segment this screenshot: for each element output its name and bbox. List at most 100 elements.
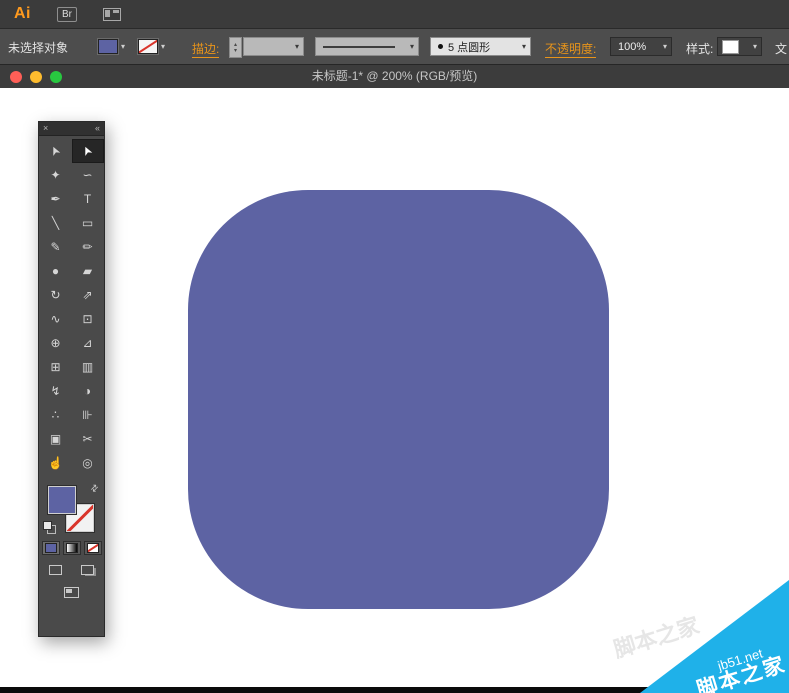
direct-selection-icon: ➤ bbox=[79, 143, 96, 159]
paintbrush-icon: ✎ bbox=[50, 240, 61, 254]
chevron-down-icon[interactable]: ▾ bbox=[121, 42, 125, 51]
tool-lasso[interactable]: ∽ bbox=[72, 163, 104, 187]
stroke-color-control[interactable]: ▾ bbox=[138, 39, 165, 54]
tool-mesh[interactable]: ⊞ bbox=[40, 355, 72, 379]
none-button[interactable] bbox=[83, 541, 102, 555]
mesh-icon: ⊞ bbox=[50, 360, 61, 374]
opacity-label-link[interactable]: 不透明度: bbox=[545, 40, 597, 58]
tool-pencil[interactable]: ✏ bbox=[72, 235, 104, 259]
selection-icon: ➤ bbox=[47, 143, 64, 159]
illustrator-window: Ai Br 未选择对象 ▾ ▾ 描边: ▴ ▾ ▾ ▾ 5 点圆形 ▾ 不透明度… bbox=[0, 0, 789, 693]
draw-normal-button[interactable] bbox=[46, 562, 66, 577]
perspective-grid-icon: ⊿ bbox=[82, 336, 93, 350]
fill-swatch[interactable] bbox=[98, 39, 118, 54]
swap-fill-stroke-icon[interactable]: ⇄ bbox=[89, 482, 102, 495]
tool-eyedropper[interactable]: ↯ bbox=[40, 379, 72, 403]
chevron-down-icon[interactable]: ▾ bbox=[753, 42, 757, 51]
style-dropdown[interactable]: ▾ bbox=[717, 37, 762, 56]
tool-rotate[interactable]: ↻ bbox=[40, 283, 72, 307]
illustrator-logo: Ai bbox=[14, 5, 31, 22]
solid-color-icon bbox=[44, 543, 57, 553]
tool-eraser[interactable]: ▰ bbox=[72, 259, 104, 283]
tool-hand[interactable]: ☝ bbox=[40, 451, 72, 475]
gradient-icon: ▥ bbox=[81, 360, 94, 374]
tool-type[interactable]: T bbox=[72, 187, 104, 211]
style-swatch[interactable] bbox=[722, 39, 739, 54]
slice-icon: ✂ bbox=[82, 432, 93, 446]
tool-perspective-grid[interactable]: ⊿ bbox=[72, 331, 104, 355]
color-button[interactable] bbox=[41, 541, 60, 555]
bridge-button[interactable]: Br bbox=[57, 6, 77, 22]
rectangle-icon: ▭ bbox=[81, 216, 94, 230]
magic-wand-icon: ✦ bbox=[50, 168, 61, 182]
chevron-down-icon[interactable]: ▾ bbox=[522, 42, 526, 51]
rounded-rectangle-shape[interactable] bbox=[188, 190, 609, 609]
stroke-label-link[interactable]: 描边: bbox=[192, 40, 220, 58]
tools-panel-header[interactable]: × « bbox=[39, 122, 104, 136]
eraser-icon: ▰ bbox=[82, 264, 93, 278]
tools-panel: × « ➤ ➤ ✦ ∽ ✒ T ╲ ▭ ✎ ✏ ● ▰ ↻ ⇗ ∿ ⊡ ⊕ ⊿ … bbox=[38, 121, 105, 637]
artboard[interactable] bbox=[0, 88, 789, 693]
tool-scale[interactable]: ⇗ bbox=[72, 283, 104, 307]
default-fill-stroke-icon[interactable] bbox=[43, 521, 56, 534]
tool-magic-wand[interactable]: ✦ bbox=[40, 163, 72, 187]
draw-behind-icon bbox=[81, 564, 94, 575]
stroke-weight-dropdown[interactable]: ▾ bbox=[243, 37, 304, 56]
brush-definition-dropdown[interactable]: 5 点圆形 ▾ bbox=[430, 37, 531, 56]
tool-rectangle[interactable]: ▭ bbox=[72, 211, 104, 235]
scale-icon: ⇗ bbox=[82, 288, 93, 302]
tool-width[interactable]: ∿ bbox=[40, 307, 72, 331]
free-transform-icon: ⊡ bbox=[82, 312, 93, 326]
stepper-down-icon[interactable]: ▾ bbox=[234, 48, 237, 54]
tool-pen[interactable]: ✒ bbox=[40, 187, 72, 211]
color-type-buttons bbox=[39, 541, 104, 555]
workspace-switcher-icon[interactable] bbox=[103, 7, 121, 21]
tool-blob-brush[interactable]: ● bbox=[40, 259, 72, 283]
panel-fill-swatch[interactable] bbox=[48, 486, 76, 514]
tool-zoom[interactable]: ◎ bbox=[72, 451, 104, 475]
tool-free-transform[interactable]: ⊡ bbox=[72, 307, 104, 331]
stroke-weight-stepper[interactable]: ▴ ▾ bbox=[229, 37, 242, 58]
tool-gradient[interactable]: ▥ bbox=[72, 355, 104, 379]
artboard-tool-icon: ▣ bbox=[49, 432, 62, 446]
screen-mode-icon bbox=[64, 587, 79, 598]
control-bar: 未选择对象 ▾ ▾ 描边: ▴ ▾ ▾ ▾ 5 点圆形 ▾ 不透明度: 100%… bbox=[0, 29, 789, 65]
width-tool-icon: ∿ bbox=[50, 312, 61, 326]
document-title-bar: 未标题-1* @ 200% (RGB/预览) bbox=[0, 65, 789, 89]
drawing-mode-buttons bbox=[39, 562, 104, 577]
tool-paintbrush[interactable]: ✎ bbox=[40, 235, 72, 259]
selection-status: 未选择对象 bbox=[8, 41, 69, 55]
panel-collapse-icon[interactable]: « bbox=[95, 122, 100, 135]
app-bar: Ai Br bbox=[0, 0, 789, 29]
gradient-button[interactable] bbox=[62, 541, 81, 555]
stroke-profile-dropdown[interactable]: ▾ bbox=[315, 37, 419, 56]
draw-normal-icon bbox=[49, 564, 62, 575]
chevron-down-icon[interactable]: ▾ bbox=[410, 42, 414, 51]
tool-slice[interactable]: ✂ bbox=[72, 427, 104, 451]
eyedropper-icon: ↯ bbox=[50, 384, 61, 398]
chevron-down-icon[interactable]: ▾ bbox=[663, 42, 667, 51]
tool-selection[interactable]: ➤ bbox=[40, 139, 72, 163]
chevron-down-icon[interactable]: ▾ bbox=[295, 42, 299, 51]
tools-grid: ➤ ➤ ✦ ∽ ✒ T ╲ ▭ ✎ ✏ ● ▰ ↻ ⇗ ∿ ⊡ ⊕ ⊿ ⊞ ▥ … bbox=[39, 139, 104, 475]
tool-shape-builder[interactable]: ⊕ bbox=[40, 331, 72, 355]
panel-close-icon[interactable]: × bbox=[43, 122, 48, 135]
screen-mode-row bbox=[39, 585, 104, 600]
tool-column-graph[interactable]: ⊪ bbox=[72, 403, 104, 427]
tool-line-segment[interactable]: ╲ bbox=[40, 211, 72, 235]
opacity-dropdown[interactable]: 100% ▾ bbox=[610, 37, 672, 56]
tool-direct-selection[interactable]: ➤ bbox=[71, 139, 104, 163]
tool-symbol-sprayer[interactable]: ∴ bbox=[40, 403, 72, 427]
draw-behind-button[interactable] bbox=[78, 562, 98, 577]
tool-artboard[interactable]: ▣ bbox=[40, 427, 72, 451]
style-label: 样式: bbox=[686, 42, 714, 56]
screen-mode-button[interactable] bbox=[62, 585, 82, 600]
type-icon: T bbox=[83, 192, 92, 206]
fill-color-control[interactable]: ▾ bbox=[98, 39, 125, 54]
gradient-fill-icon bbox=[65, 543, 78, 553]
chevron-down-icon[interactable]: ▾ bbox=[161, 42, 165, 51]
stroke-swatch[interactable] bbox=[138, 39, 158, 54]
rotate-icon: ↻ bbox=[50, 288, 61, 302]
opacity-value: 100% bbox=[618, 40, 647, 53]
tool-blend[interactable]: ◑ bbox=[72, 379, 104, 403]
